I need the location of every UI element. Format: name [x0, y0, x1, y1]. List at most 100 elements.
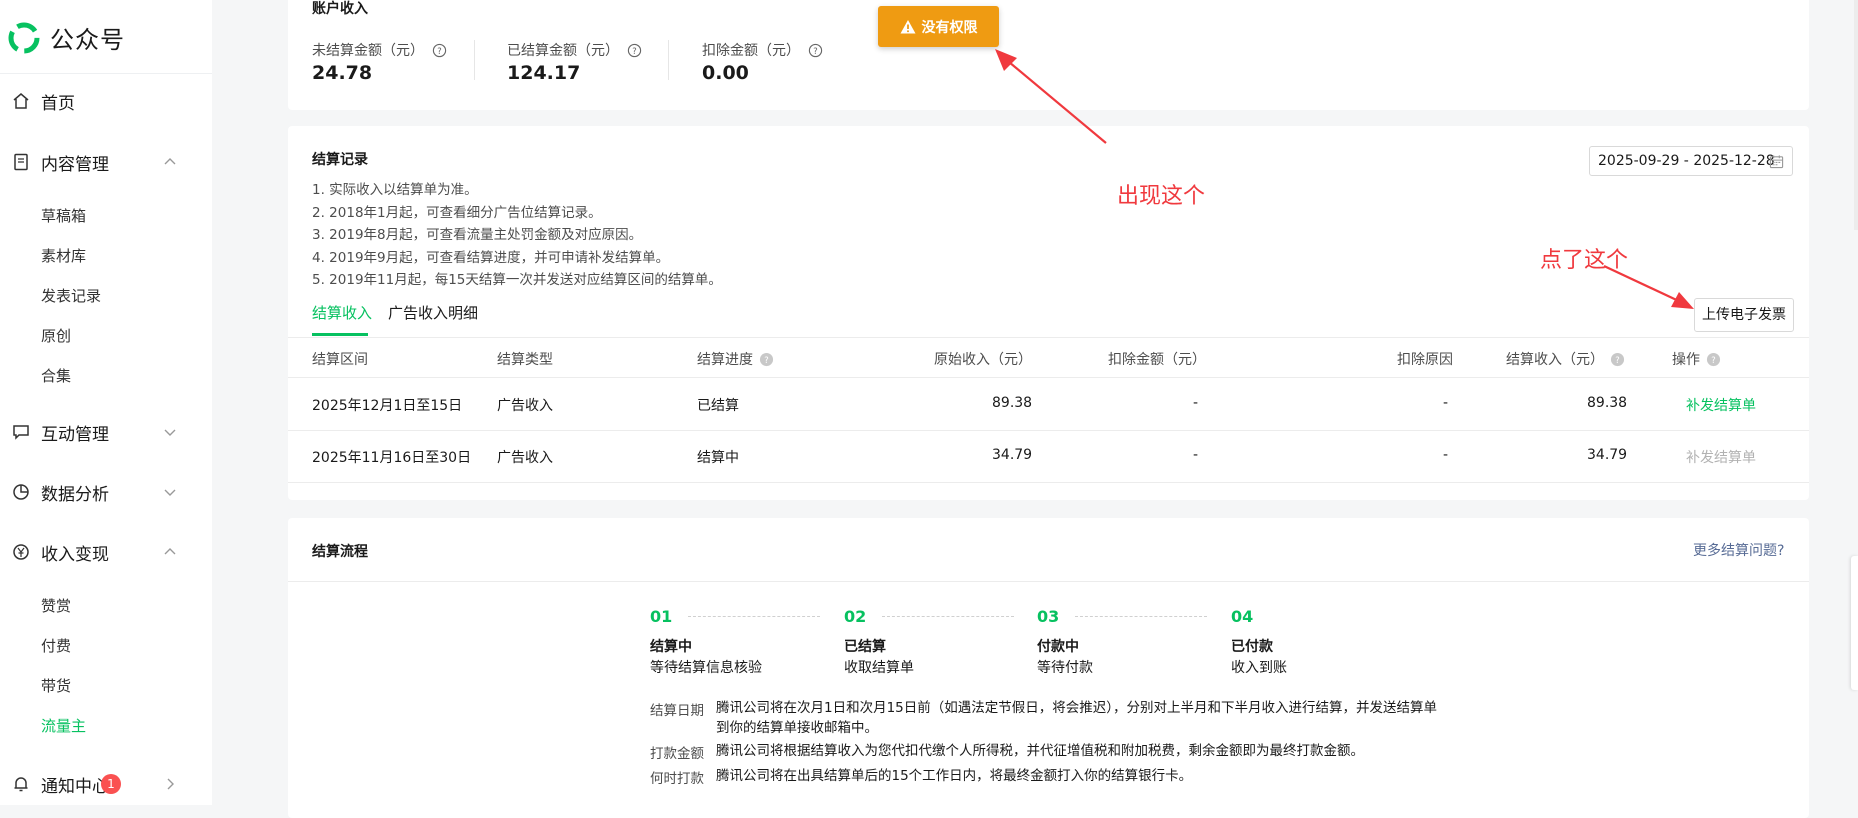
step-connector	[688, 616, 820, 617]
cell-type: 广告收入	[497, 398, 553, 414]
document-icon	[14, 153, 28, 171]
svg-text:?: ?	[1711, 354, 1715, 364]
tab-settlement-income[interactable]: 结算收入	[312, 302, 372, 323]
col-header-action-text: 操作	[1672, 352, 1700, 368]
help-circle-icon[interactable]: ?	[432, 43, 447, 58]
settlement-note: 1. 实际收入以结算单为准。	[312, 182, 478, 198]
info-text-payment-amount: 腾讯公司将根据结算收入为您代扣代缴个人所得税，并代征增值税和附加税费，剩余金额即…	[716, 743, 1364, 759]
help-circle-icon[interactable]: ?	[808, 43, 823, 58]
nav-commerce[interactable]: 带货	[41, 675, 71, 696]
deduction-amount-label-text: 扣除金额（元）	[702, 43, 800, 59]
chevron-up-icon	[164, 158, 176, 165]
step-number: 01	[650, 607, 673, 626]
upload-e-invoice-button[interactable]: 上传电子发票	[1694, 298, 1794, 332]
cell-deduction: -	[1193, 447, 1199, 463]
step-title: 已付款	[1231, 639, 1273, 655]
warning-triangle-icon	[900, 19, 915, 33]
step-title: 结算中	[650, 639, 692, 655]
chevron-right-icon	[167, 778, 174, 790]
col-header-deduction: 扣除金额（元）	[1108, 349, 1206, 369]
step-description: 收取结算单	[844, 660, 914, 676]
account-income-title: 账户收入	[312, 1, 368, 17]
nav-content-label: 内容管理	[41, 154, 109, 175]
settled-amount-label: 已结算金额（元） ?	[507, 40, 642, 60]
nav-paid[interactable]: 付费	[41, 635, 71, 656]
chat-bubble-icon	[13, 425, 29, 440]
nav-publish-records[interactable]: 发表记录	[41, 285, 101, 306]
cell-progress: 已结算	[697, 398, 739, 414]
settlement-note: 5. 2019年11月起，每15天结算一次并发送对应结算区间的结算单。	[312, 272, 722, 288]
nav-interaction[interactable]: 互动管理	[0, 414, 212, 450]
cell-type: 广告收入	[497, 450, 553, 466]
nav-original[interactable]: 原创	[41, 325, 71, 346]
reissue-statement-link[interactable]: 补发结算单	[1686, 395, 1756, 415]
col-header-progress-text: 结算进度	[697, 352, 753, 368]
nav-monetization-label: 收入变现	[41, 544, 109, 565]
nav-drafts[interactable]: 草稿箱	[41, 205, 86, 226]
cell-deduction: -	[1193, 395, 1199, 411]
nav-monetization[interactable]: 收入变现	[0, 534, 212, 570]
nav-traffic-host[interactable]: 流量主	[41, 715, 86, 736]
settled-amount-value: 124.17	[507, 62, 581, 84]
col-header-original-income: 原始收入（元）	[934, 349, 1032, 369]
settled-amount-label-text: 已结算金额（元）	[507, 43, 619, 59]
date-range-value: 2025-09-29 - 2025-12-28	[1598, 153, 1775, 169]
col-header-type: 结算类型	[497, 349, 553, 369]
nav-home-label: 首页	[41, 93, 75, 114]
unsettled-amount-label-text: 未结算金额（元）	[312, 43, 424, 59]
nav-materials[interactable]: 素材库	[41, 245, 86, 266]
step-description: 收入到账	[1231, 660, 1287, 676]
nav-notification-center[interactable]: 通知中心 1	[0, 766, 212, 802]
deduction-amount-value: 0.00	[702, 62, 749, 84]
help-circle-icon[interactable]: ?	[627, 43, 642, 58]
scrollbar-track[interactable]	[1854, 0, 1858, 230]
col-header-action: 操作 ?	[1672, 349, 1721, 369]
chevron-down-icon	[164, 489, 176, 496]
help-circle-icon[interactable]: ?	[1706, 352, 1721, 367]
col-header-reason: 扣除原因	[1397, 349, 1453, 369]
annotation-clicked: 点了这个	[1540, 248, 1629, 273]
sidebar-divider	[0, 73, 212, 74]
nav-content-management[interactable]: 内容管理	[0, 144, 212, 180]
settlement-note: 3. 2019年8月起，可查看流量主处罚金额及对应原因。	[312, 227, 643, 243]
chevron-up-icon	[164, 548, 176, 555]
deduction-amount-label: 扣除金额（元） ?	[702, 40, 823, 60]
nav-collections[interactable]: 合集	[41, 365, 71, 386]
cell-progress: 结算中	[697, 450, 739, 466]
col-header-period: 结算区间	[312, 349, 368, 369]
side-float-panel[interactable]	[1851, 556, 1858, 690]
home-icon	[13, 93, 29, 109]
table-divider	[288, 482, 1809, 483]
settlement-note: 4. 2019年9月起，可查看结算进度，并可申请补发结算单。	[312, 249, 670, 266]
svg-text:?: ?	[632, 45, 636, 55]
step-title: 付款中	[1037, 639, 1079, 655]
nav-rewards[interactable]: 赞赏	[41, 595, 71, 616]
cell-original-income: 89.38	[992, 395, 1033, 411]
svg-text:?: ?	[764, 354, 768, 364]
sidebar: 公众号 首页 内容管理 草稿箱 素材库 发表记录 原创 合集 互动管理 数据分析…	[0, 0, 212, 805]
date-range-picker[interactable]: 2025-09-29 - 2025-12-28	[1589, 146, 1793, 176]
pie-chart-icon	[13, 484, 29, 500]
cell-period: 2025年12月1日至15日	[312, 398, 463, 414]
info-text-settlement-date: 腾讯公司将在次月1日和次月15日前（如遇法定节假日，将会推迟），分别对上半月和下…	[716, 700, 1438, 736]
cell-period: 2025年11月16日至30日	[312, 450, 472, 466]
brand-logo[interactable]: 公众号	[8, 20, 125, 55]
nav-home[interactable]: 首页	[0, 83, 212, 119]
stat-divider	[474, 40, 475, 80]
unsettled-amount-label: 未结算金额（元） ?	[312, 40, 447, 60]
nav-analytics-label: 数据分析	[41, 484, 109, 505]
tab-ad-income-details[interactable]: 广告收入明细	[388, 302, 478, 323]
unsettled-amount-value: 24.78	[312, 62, 373, 84]
bell-icon	[14, 777, 28, 792]
help-circle-icon[interactable]: ?	[759, 352, 774, 367]
settlement-process-title: 结算流程	[312, 544, 368, 560]
nav-analytics[interactable]: 数据分析	[0, 474, 212, 510]
more-settlement-questions-link[interactable]: 更多结算问题?	[1693, 540, 1784, 560]
svg-text:?: ?	[813, 45, 817, 55]
nav-notification-label: 通知中心	[41, 776, 109, 797]
cell-settled-income: 34.79	[1587, 447, 1628, 463]
help-circle-icon[interactable]: ?	[1610, 352, 1625, 367]
stat-divider	[668, 40, 669, 80]
table-divider	[288, 337, 1809, 338]
nav-interaction-label: 互动管理	[41, 424, 109, 445]
